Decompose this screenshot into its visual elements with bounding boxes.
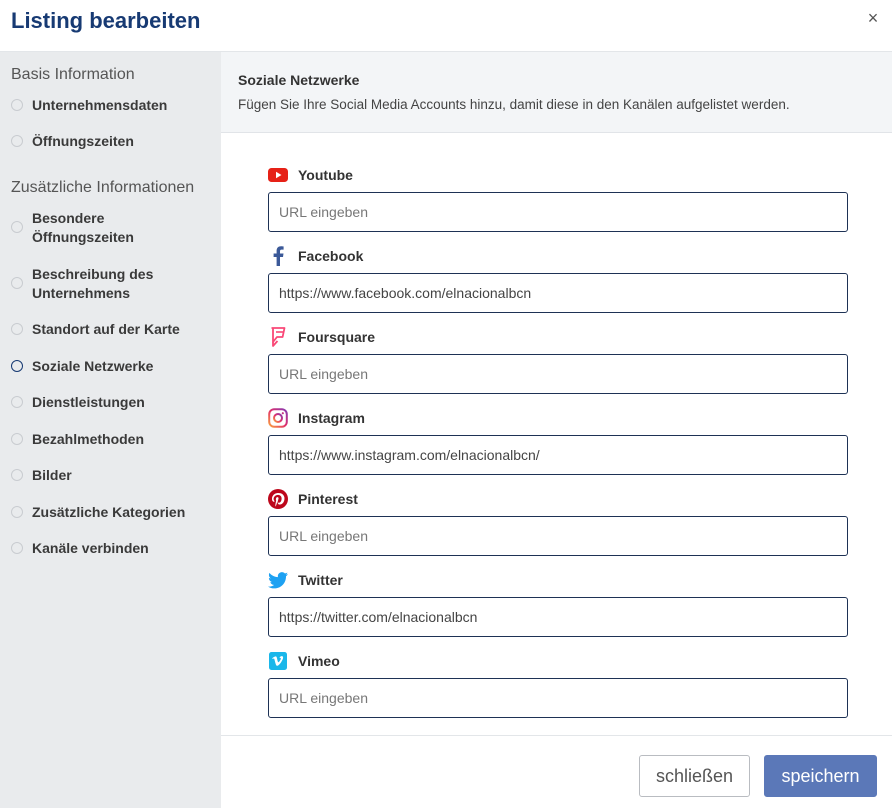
dialog-footer: schließen speichern [221,735,892,808]
sidebar: Basis Information Unternehmensdaten Öffn… [0,52,221,808]
radio-icon [11,135,23,147]
sidebar-item-unternehmensdaten[interactable]: Unternehmensdaten [11,96,216,115]
radio-icon [11,323,23,335]
twitter-label-row: Twitter [268,570,343,590]
twitter-url-input[interactable] [268,597,848,637]
radio-icon [11,506,23,518]
close-button[interactable]: schließen [639,755,750,797]
sidebar-item-zusaetzliche-kategorien[interactable]: Zusätzliche Kategorien [11,503,216,522]
sidebar-item-besondere-oeffnungszeiten[interactable]: Besondere Öffnungszeiten [11,209,216,247]
radio-icon [11,542,23,554]
twitter-label: Twitter [298,572,343,588]
sidebar-item-bezahlmethoden[interactable]: Bezahlmethoden [11,430,216,449]
instagram-url-input[interactable] [268,435,848,475]
sidebar-item-label: Bilder [32,467,72,483]
sidebar-item-label: Standort auf der Karte [32,321,180,337]
foursquare-icon [268,327,288,347]
pinterest-icon [268,489,288,509]
dialog-header: Listing bearbeiten × [0,0,892,52]
sidebar-item-label: Beschreibung des Unternehmens [32,266,154,301]
section-description: Fügen Sie Ihre Social Media Accounts hin… [238,97,790,112]
radio-icon [11,99,23,111]
radio-icon [11,396,23,408]
sidebar-item-dienstleistungen[interactable]: Dienstleistungen [11,393,216,412]
sidebar-item-soziale-netzwerke[interactable]: Soziale Netzwerke [11,357,216,376]
youtube-label: Youtube [298,167,353,183]
facebook-label: Facebook [298,248,364,264]
vimeo-url-input[interactable] [268,678,848,718]
foursquare-url-input[interactable] [268,354,848,394]
sidebar-section-basis: Basis Information [11,66,135,83]
sidebar-item-label: Soziale Netzwerke [32,358,154,374]
sidebar-item-oeffnungszeiten[interactable]: Öffnungszeiten [11,132,216,151]
pinterest-label-row: Pinterest [268,489,358,509]
sidebar-item-label: Zusätzliche Kategorien [32,504,186,520]
foursquare-label-row: Foursquare [268,327,375,347]
vimeo-icon [268,651,288,671]
sidebar-item-label: Öffnungszeiten [32,133,134,149]
close-icon[interactable]: × [866,8,880,28]
save-button[interactable]: speichern [764,755,877,797]
facebook-url-input[interactable] [268,273,848,313]
radio-icon [11,360,23,372]
foursquare-label: Foursquare [298,329,376,345]
section-title: Soziale Netzwerke [238,72,360,88]
sidebar-item-standort[interactable]: Standort auf der Karte [11,320,216,339]
facebook-label-row: Facebook [268,246,363,266]
instagram-icon [268,408,288,428]
pinterest-url-input[interactable] [268,516,848,556]
radio-icon [11,433,23,445]
radio-icon [11,221,23,233]
section-info-box: Soziale Netzwerke Fügen Sie Ihre Social … [221,52,892,133]
youtube-icon [268,165,288,185]
instagram-label: Instagram [298,410,365,426]
youtube-url-input[interactable] [268,192,848,232]
sidebar-item-label: Unternehmensdaten [32,97,168,113]
youtube-label-row: Youtube [268,165,353,185]
sidebar-item-label: Besondere Öffnungszeiten [32,210,134,245]
sidebar-item-label: Dienstleistungen [32,394,145,410]
sidebar-item-label: Bezahlmethoden [32,431,145,447]
sidebar-section-zusaetzlich: Zusätzliche Informationen [11,179,195,196]
vimeo-label: Vimeo [298,653,340,669]
sidebar-item-beschreibung[interactable]: Beschreibung des Unternehmens [11,265,216,303]
radio-icon [11,277,23,289]
radio-icon [11,469,23,481]
twitter-icon [268,570,288,590]
main-content: Soziale Netzwerke Fügen Sie Ihre Social … [221,52,892,808]
sidebar-item-label: Kanäle verbinden [32,540,149,556]
pinterest-label: Pinterest [298,491,358,507]
vimeo-label-row: Vimeo [268,651,340,671]
sidebar-item-bilder[interactable]: Bilder [11,466,216,485]
sidebar-item-kanaele-verbinden[interactable]: Kanäle verbinden [11,539,216,558]
instagram-label-row: Instagram [268,408,365,428]
facebook-icon [268,246,288,266]
dialog-title: Listing bearbeiten [11,8,201,33]
